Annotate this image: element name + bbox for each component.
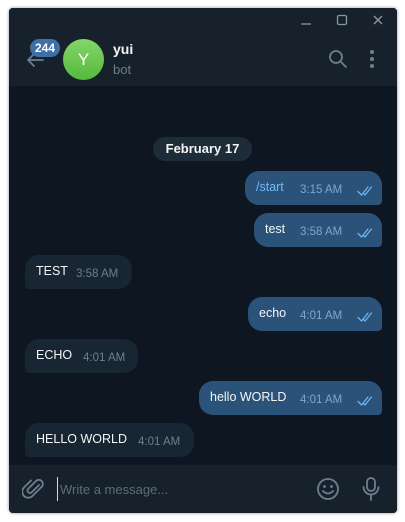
message-bubble-outgoing[interactable]: echo 4:01 AM [248, 297, 382, 331]
chat-status: bot [113, 62, 132, 77]
message-composer [9, 465, 397, 513]
emoji-icon [317, 478, 339, 500]
message-text: echo [259, 306, 287, 320]
message-text: hello WORLD [210, 390, 287, 404]
voice-record-button[interactable] [361, 476, 381, 502]
message-time: 3:15 AM [300, 184, 343, 196]
read-ticks-icon [357, 228, 373, 238]
chat-header: 244 Y yui bot [9, 32, 397, 86]
read-ticks-icon [357, 186, 373, 196]
minimize-button[interactable] [291, 8, 321, 32]
avatar[interactable]: Y [63, 39, 104, 80]
message-bubble-incoming[interactable]: HELLO WORLD 4:01 AM [25, 423, 194, 457]
message-bubble-outgoing[interactable]: hello WORLD 4:01 AM [199, 381, 382, 415]
minimize-icon [301, 23, 311, 25]
read-ticks-icon [357, 312, 373, 322]
close-icon [373, 15, 383, 25]
close-button[interactable] [363, 8, 393, 32]
emoji-button[interactable] [316, 477, 340, 501]
attach-button[interactable] [21, 476, 46, 502]
maximize-icon [336, 14, 348, 26]
maximize-button[interactable] [327, 8, 357, 32]
telegram-window: 244 Y yui bot February 17 /start 3:15 AM [9, 8, 397, 513]
message-time: 4:01 AM [138, 436, 181, 448]
message-input[interactable] [57, 477, 297, 501]
message-text[interactable]: /start [256, 180, 284, 194]
more-menu-button[interactable] [363, 48, 381, 70]
paperclip-icon [21, 478, 44, 499]
message-time: 3:58 AM [300, 226, 343, 238]
message-time: 4:01 AM [83, 352, 126, 364]
message-text: ECHO [36, 348, 73, 362]
message-text: HELLO WORLD [36, 432, 127, 446]
message-bubble-incoming[interactable]: ECHO 4:01 AM [25, 339, 138, 373]
search-icon [329, 50, 347, 68]
title-bar [9, 8, 397, 32]
chat-name[interactable]: yui [113, 41, 133, 57]
message-bubble-outgoing[interactable]: /start 3:15 AM [245, 171, 382, 205]
microphone-icon [362, 477, 380, 501]
search-button[interactable] [327, 48, 349, 70]
message-time: 4:01 AM [300, 310, 343, 322]
unread-count-badge: 244 [30, 39, 61, 57]
message-bubble-outgoing[interactable]: test 3:58 AM [254, 213, 382, 247]
more-vertical-icon [370, 50, 374, 68]
message-list[interactable]: February 17 /start 3:15 AM test 3:58 AM … [9, 86, 397, 465]
message-bubble-incoming[interactable]: TEST 3:58 AM [25, 255, 132, 289]
read-ticks-icon [357, 396, 373, 406]
message-text: TEST [36, 264, 68, 278]
date-separator: February 17 [153, 137, 252, 161]
message-time: 3:58 AM [76, 268, 119, 280]
message-time: 4:01 AM [300, 394, 343, 406]
message-text: test [265, 222, 286, 236]
